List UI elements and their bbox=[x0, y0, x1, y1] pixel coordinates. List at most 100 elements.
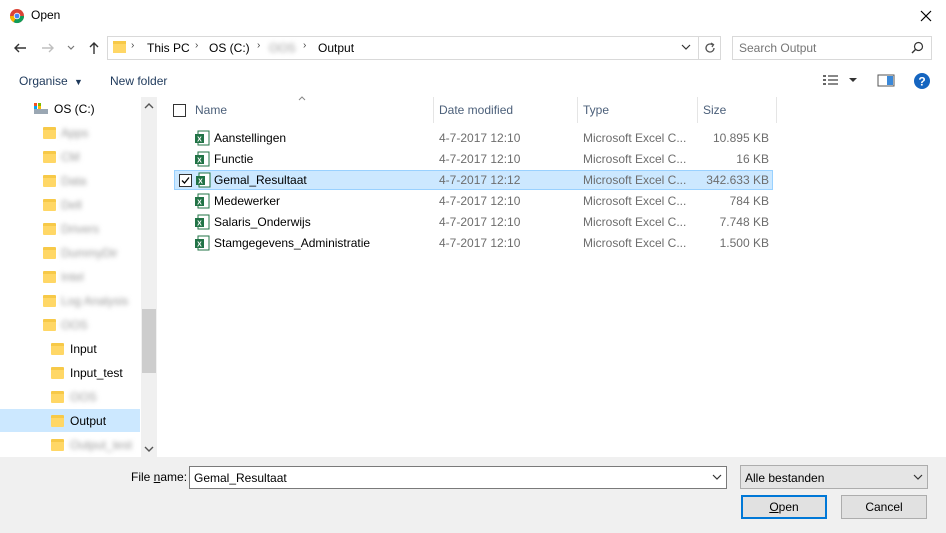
new-folder-button[interactable]: New folder bbox=[110, 74, 167, 88]
nav-folder-input[interactable]: Input bbox=[0, 338, 140, 360]
forward-button[interactable] bbox=[37, 38, 59, 58]
column-header-date-modified[interactable]: Date modified bbox=[439, 103, 513, 117]
scroll-down-button[interactable] bbox=[143, 443, 155, 457]
drive-icon bbox=[34, 103, 48, 114]
chevron-down-icon[interactable] bbox=[712, 473, 722, 481]
breadcrumb-separator-icon: › bbox=[131, 40, 135, 51]
nav-folder-output[interactable]: Output bbox=[0, 409, 140, 432]
nav-folder[interactable]: OOS bbox=[0, 386, 140, 408]
details-view-icon bbox=[823, 75, 857, 85]
column-divider[interactable] bbox=[697, 97, 698, 123]
excel-file-icon: X bbox=[196, 172, 211, 188]
column-header-name[interactable]: Name bbox=[195, 103, 227, 117]
column-header-type[interactable]: Type bbox=[583, 103, 609, 117]
folder-icon bbox=[113, 41, 126, 53]
preview-pane-button[interactable] bbox=[877, 72, 895, 91]
nav-item-label: DummyDir bbox=[61, 246, 118, 260]
svg-text:X: X bbox=[197, 200, 202, 207]
organise-button[interactable]: Organise ▼ bbox=[19, 74, 83, 88]
change-view-button[interactable] bbox=[822, 72, 858, 91]
arrow-right-icon bbox=[42, 43, 54, 53]
file-name-combobox[interactable] bbox=[189, 466, 727, 489]
nav-folder[interactable]: OOS bbox=[0, 314, 140, 336]
refresh-button[interactable] bbox=[699, 36, 721, 60]
help-button[interactable]: ? bbox=[913, 72, 931, 93]
file-row-selected[interactable]: X Gemal_Resultaat 4-7-2017 12:12 Microso… bbox=[174, 170, 773, 190]
nav-folder[interactable]: Intel bbox=[0, 266, 140, 288]
scrollbar-thumb[interactable] bbox=[142, 309, 156, 373]
file-row[interactable]: X Stamgegevens_Administratie 4-7-2017 12… bbox=[168, 233, 773, 253]
file-type-filter[interactable]: Alle bestanden bbox=[740, 465, 928, 489]
breadcrumb-os-c[interactable]: OS (C:) bbox=[209, 41, 250, 55]
file-row[interactable]: X Salaris_Onderwijs 4-7-2017 12:10 Micro… bbox=[168, 212, 773, 232]
folder-icon bbox=[43, 127, 56, 139]
folder-icon bbox=[51, 439, 64, 451]
column-divider[interactable] bbox=[577, 97, 578, 123]
back-button[interactable] bbox=[9, 38, 31, 58]
nav-folder[interactable]: Output_test bbox=[0, 434, 140, 456]
column-divider[interactable] bbox=[776, 97, 777, 123]
nav-item-label: OOS bbox=[70, 390, 97, 404]
nav-item-label: Output_test bbox=[70, 438, 133, 452]
breadcrumb-this-pc[interactable]: This PC bbox=[147, 41, 190, 55]
column-divider[interactable] bbox=[433, 97, 434, 123]
excel-file-icon: X bbox=[195, 214, 210, 230]
file-date: 4-7-2017 12:10 bbox=[439, 152, 521, 166]
address-bar[interactable]: › This PC › OS (C:) › OOS › Output bbox=[107, 36, 699, 60]
file-row[interactable]: X Aanstellingen 4-7-2017 12:10 Microsoft… bbox=[168, 128, 773, 148]
arrow-up-icon bbox=[89, 42, 99, 54]
search-box[interactable] bbox=[732, 36, 932, 60]
search-icon bbox=[911, 41, 924, 54]
file-type: Microsoft Excel C... bbox=[583, 236, 687, 250]
nav-item-label: OOS bbox=[61, 318, 88, 332]
svg-text:X: X bbox=[197, 242, 202, 249]
column-header-size[interactable]: Size bbox=[703, 103, 726, 117]
nav-item-label: Input bbox=[70, 342, 97, 356]
nav-folder[interactable]: Data bbox=[0, 170, 140, 192]
nav-folder[interactable]: Drivers bbox=[0, 218, 140, 240]
nav-folder[interactable]: Dell bbox=[0, 194, 140, 216]
file-name: Aanstellingen bbox=[214, 131, 287, 145]
nav-folder[interactable]: DummyDir bbox=[0, 242, 140, 264]
file-name-input[interactable] bbox=[194, 471, 699, 485]
folder-icon bbox=[43, 175, 56, 187]
navigation-scrollbar[interactable] bbox=[141, 97, 157, 457]
file-type-filter-value: Alle bestanden bbox=[745, 471, 825, 485]
cancel-button[interactable]: Cancel bbox=[841, 495, 927, 519]
open-button[interactable]: Open bbox=[741, 495, 827, 519]
breadcrumb-separator-icon: › bbox=[303, 40, 307, 51]
chevron-down-icon bbox=[913, 474, 923, 480]
svg-text:X: X bbox=[197, 158, 202, 165]
file-row[interactable]: X Functie 4-7-2017 12:10 Microsoft Excel… bbox=[168, 149, 773, 169]
recent-locations-button[interactable] bbox=[63, 38, 79, 58]
file-date: 4-7-2017 12:10 bbox=[439, 236, 521, 250]
nav-folder[interactable]: Log Analysis bbox=[0, 290, 140, 312]
file-size: 7.748 KB bbox=[719, 215, 769, 229]
close-button[interactable] bbox=[912, 4, 940, 28]
nav-drive-os-c[interactable]: OS (C:) bbox=[0, 98, 140, 120]
select-all-checkbox[interactable] bbox=[173, 104, 186, 117]
sort-ascending-icon bbox=[298, 96, 306, 101]
excel-file-icon: X bbox=[195, 151, 210, 167]
navigation-pane[interactable]: OS (C:) Apps CM Data Dell Drivers DummyD… bbox=[0, 97, 157, 457]
nav-folder[interactable]: CM bbox=[0, 146, 140, 168]
search-input[interactable] bbox=[739, 41, 909, 55]
file-row[interactable]: X Medewerker 4-7-2017 12:10 Microsoft Ex… bbox=[168, 191, 773, 211]
file-type: Microsoft Excel C... bbox=[583, 131, 687, 145]
up-button[interactable] bbox=[83, 38, 105, 58]
breadcrumb-output[interactable]: Output bbox=[318, 41, 354, 55]
file-size: 10.895 KB bbox=[712, 131, 769, 145]
folder-icon bbox=[43, 199, 56, 211]
refresh-icon bbox=[704, 42, 715, 53]
breadcrumb-oos[interactable]: OOS bbox=[269, 41, 296, 55]
scroll-up-button[interactable] bbox=[143, 100, 155, 114]
nav-item-label: Apps bbox=[61, 126, 89, 140]
chevron-down-icon bbox=[67, 45, 75, 50]
folder-icon bbox=[51, 415, 64, 427]
nav-folder-input-test[interactable]: Input_test bbox=[0, 362, 140, 384]
nav-folder[interactable]: Apps bbox=[0, 122, 140, 144]
row-checkbox-checked[interactable] bbox=[179, 174, 192, 187]
file-date: 4-7-2017 12:10 bbox=[439, 194, 521, 208]
folder-icon bbox=[51, 367, 64, 379]
chevron-down-icon[interactable] bbox=[681, 43, 691, 51]
